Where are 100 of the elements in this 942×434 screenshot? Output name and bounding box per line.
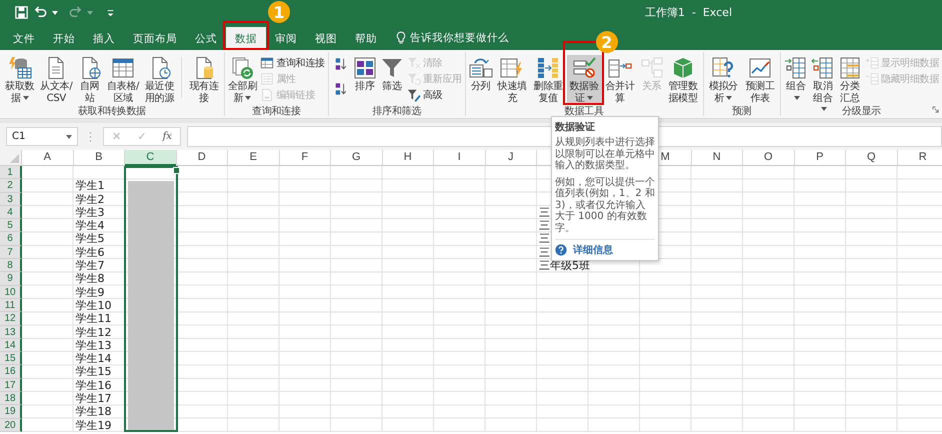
ribbon-button[interactable]: 全部刷新 bbox=[226, 55, 258, 105]
table-cell: 三 bbox=[539, 206, 550, 219]
table-cell: 学生15 bbox=[76, 365, 112, 378]
group-label: 数据工具 bbox=[564, 105, 604, 118]
row-header[interactable]: 14 bbox=[0, 338, 22, 352]
column-header[interactable]: A bbox=[44, 150, 51, 165]
column-header[interactable]: B bbox=[95, 150, 102, 165]
column-header[interactable]: F bbox=[301, 150, 308, 165]
ribbon-tab[interactable]: 文件 bbox=[4, 27, 44, 50]
what-if-icon bbox=[711, 56, 736, 80]
row-header[interactable]: 11 bbox=[0, 298, 22, 312]
ribbon-tab[interactable]: 开始 bbox=[44, 27, 84, 50]
row-header[interactable]: 2 bbox=[0, 179, 22, 193]
row-header[interactable]: 1 bbox=[0, 166, 22, 180]
sort-ascending-icon[interactable] bbox=[334, 57, 348, 71]
column-header[interactable]: I bbox=[458, 150, 461, 165]
lightbulb-icon[interactable] bbox=[396, 30, 406, 44]
tooltip-text: 例如，您可以提供一个值列表(例如，1、2 和 3)，或者仅允许输入大于 1000 的有效数字。 bbox=[555, 176, 655, 234]
ribbon-button[interactable]: 分列 bbox=[468, 55, 494, 94]
ribbon-button[interactable]: 管理数据模型 bbox=[666, 55, 701, 105]
column-header[interactable]: P bbox=[816, 150, 824, 165]
ribbon-button[interactable]: 筛选 bbox=[378, 55, 405, 94]
ribbon-button[interactable]: 模拟分析 bbox=[706, 55, 742, 105]
column-header[interactable]: M bbox=[660, 150, 670, 165]
group-icon bbox=[784, 56, 808, 80]
filter-icon bbox=[380, 56, 404, 80]
row-header[interactable]: 3 bbox=[0, 192, 22, 206]
insert-function-button[interactable]: fx bbox=[162, 131, 172, 142]
table-cell: 学生1 bbox=[76, 179, 104, 192]
column-header[interactable]: R bbox=[918, 150, 927, 165]
table-cell: 学生10 bbox=[76, 298, 112, 312]
row-header[interactable]: 7 bbox=[0, 246, 22, 260]
ribbon-button[interactable]: 快速填充 bbox=[494, 55, 530, 105]
row-header[interactable]: 19 bbox=[0, 405, 22, 419]
column-header[interactable]: Q bbox=[866, 150, 876, 165]
column-header[interactable]: N bbox=[712, 150, 721, 165]
refresh-icon bbox=[230, 56, 255, 80]
column-header[interactable]: H bbox=[404, 150, 412, 165]
ribbon-button[interactable]: 从文本/CSV bbox=[38, 55, 74, 105]
ribbon-button[interactable]: 现有连接 bbox=[186, 55, 222, 105]
ribbon-button[interactable]: 查询和连接 bbox=[259, 55, 326, 70]
ribbon-button[interactable]: 最近使用的源 bbox=[142, 55, 178, 105]
ribbon-button[interactable]: 删除重复值 bbox=[530, 55, 566, 105]
row-header[interactable]: 15 bbox=[0, 352, 22, 366]
group-label: 查询和连接 bbox=[252, 105, 301, 118]
ribbon-tab[interactable]: 帮助 bbox=[346, 27, 386, 50]
window-title: 工作簿1 - Excel bbox=[644, 5, 732, 20]
row-header[interactable]: 4 bbox=[0, 206, 22, 220]
column-header[interactable]: E bbox=[250, 150, 257, 165]
row-header[interactable]: 10 bbox=[0, 286, 22, 299]
ribbon-button[interactable]: 数据验证 bbox=[566, 55, 602, 105]
row-header[interactable]: 20 bbox=[0, 418, 22, 432]
caret-icon[interactable] bbox=[52, 10, 58, 14]
row-header[interactable]: 13 bbox=[0, 326, 22, 339]
row-header[interactable]: 17 bbox=[0, 378, 22, 392]
ribbon-button[interactable]: 自网站 bbox=[75, 55, 104, 105]
row-header[interactable]: 8 bbox=[0, 259, 22, 272]
column-header[interactable]: J bbox=[508, 150, 514, 165]
search-prompt[interactable]: 告诉我你想要做什么 bbox=[410, 30, 509, 44]
ribbon-tab[interactable]: 页面布局 bbox=[124, 27, 186, 50]
ribbon-button[interactable]: 分类汇总 bbox=[836, 55, 863, 105]
ribbon-button[interactable]: 取消组合 bbox=[810, 55, 836, 116]
row-header[interactable]: 9 bbox=[0, 272, 22, 286]
more-info-link[interactable]: 详细信息 bbox=[573, 243, 613, 257]
dialog-launcher-icon[interactable] bbox=[932, 106, 939, 113]
row-header[interactable]: 18 bbox=[0, 392, 22, 406]
column-header[interactable]: O bbox=[764, 150, 773, 165]
ribbon-tab[interactable]: 插入 bbox=[84, 27, 124, 50]
hide-detail-icon bbox=[864, 72, 879, 86]
forecast-chart-icon bbox=[748, 56, 772, 80]
caret-icon[interactable] bbox=[66, 134, 72, 138]
row-header[interactable]: 12 bbox=[0, 312, 22, 326]
row-header[interactable]: 6 bbox=[0, 232, 22, 246]
ribbon-button[interactable]: 获取数据 bbox=[2, 55, 38, 105]
ribbon-tab[interactable]: 视图 bbox=[306, 27, 346, 50]
row-header[interactable]: 5 bbox=[0, 219, 22, 232]
help-icon[interactable] bbox=[555, 244, 567, 256]
table-cell: 学生18 bbox=[76, 405, 112, 418]
table-cell: 学生14 bbox=[76, 352, 112, 366]
group-label: 获取和转换数据 bbox=[78, 105, 146, 118]
group-label: 分级显示 bbox=[842, 105, 881, 118]
name-box[interactable]: C1 bbox=[6, 127, 78, 146]
save-icon[interactable] bbox=[14, 5, 29, 20]
ribbon-button[interactable]: 组合 bbox=[782, 55, 809, 105]
row-header[interactable]: 16 bbox=[0, 365, 22, 379]
ribbon-tab[interactable]: 审阅 bbox=[266, 27, 306, 50]
fill-handle[interactable] bbox=[172, 167, 180, 174]
ribbon-tab[interactable]: 数据 bbox=[226, 27, 266, 50]
ribbon-button[interactable]: 合并计算 bbox=[602, 55, 638, 105]
column-header[interactable]: C bbox=[125, 150, 176, 166]
sort-descending-icon[interactable] bbox=[334, 82, 348, 96]
ribbon-button[interactable]: 预测工作表 bbox=[742, 55, 778, 105]
ribbon-tab[interactable]: 公式 bbox=[186, 27, 226, 50]
ribbon-button[interactable]: 自表格/区域 bbox=[105, 55, 141, 105]
ribbon-button[interactable]: 高级 bbox=[406, 87, 463, 102]
ribbon-button[interactable]: 排序 bbox=[352, 55, 378, 94]
column-header[interactable]: G bbox=[352, 150, 361, 165]
subtotal-icon bbox=[838, 56, 862, 80]
column-header[interactable]: D bbox=[198, 150, 206, 165]
undo-icon[interactable] bbox=[33, 5, 48, 20]
